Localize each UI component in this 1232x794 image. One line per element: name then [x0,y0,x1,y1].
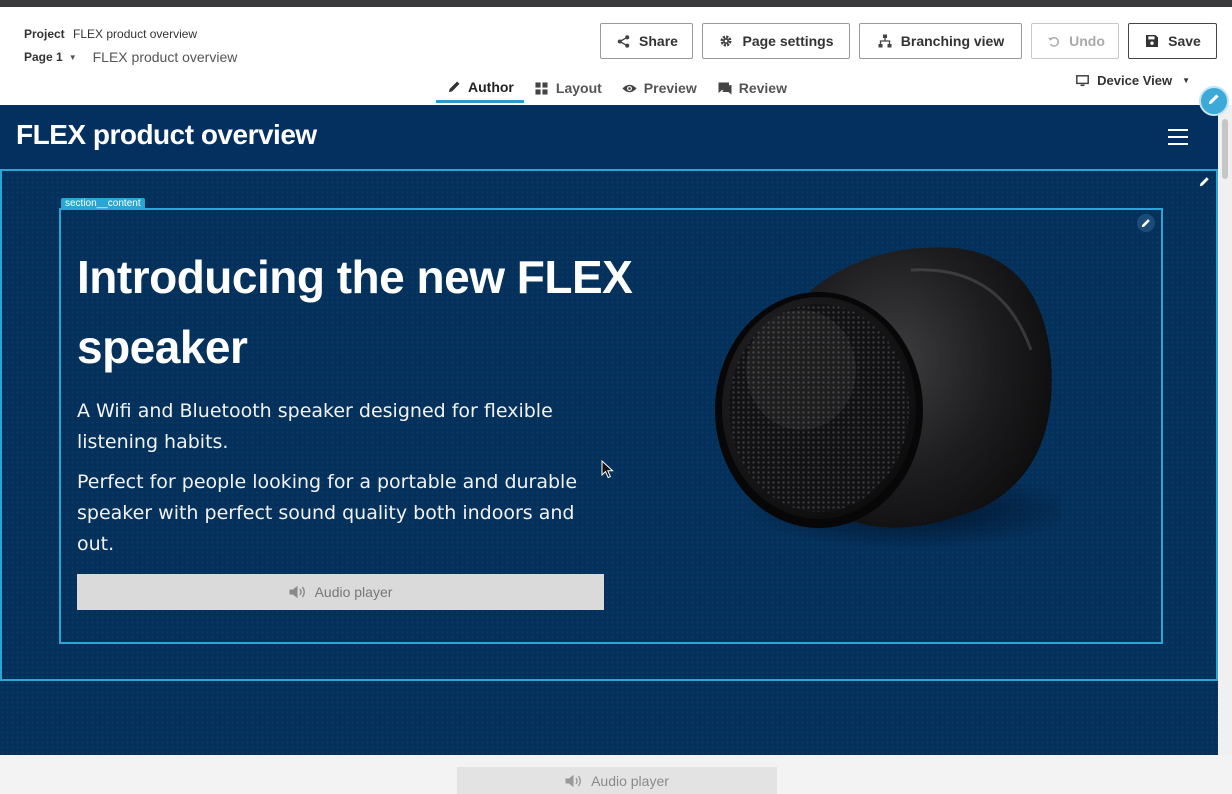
floppy-disk-icon [1144,33,1160,49]
undo-button-label: Undo [1069,33,1105,49]
hero-paragraph-2[interactable]: Perfect for people looking for a portabl… [77,467,597,560]
section-tag: section__content [61,198,145,210]
branching-view-label: Branching view [900,33,1005,49]
save-button[interactable]: Save [1128,23,1217,59]
window-top-strip [0,0,1232,7]
tab-author[interactable]: Author [436,73,524,103]
tab-layout[interactable]: Layout [524,73,612,103]
page-line: Page 1 ▼ FLEX product overview [24,49,237,65]
share-icon [615,33,631,49]
speaker-volume-icon [289,585,307,599]
speaker-product-image[interactable] [701,240,1061,560]
audio-player-label: Audio player [314,584,393,600]
section-content[interactable]: section__content Introducing the new FLE… [59,198,1163,644]
grid-icon [534,80,550,96]
page-selector[interactable]: Page 1 ▼ [24,50,77,64]
project-label: Project [24,27,65,41]
scrollbar-thumb[interactable] [1222,119,1228,179]
hero-heading[interactable]: Introducing the new FLEX speaker [77,242,637,382]
share-button-label: Share [639,33,678,49]
tab-review[interactable]: Review [707,73,797,103]
hamburger-menu-icon[interactable] [1168,129,1188,145]
hero-paragraph-1[interactable]: A Wifi and Bluetooth speaker designed fo… [77,396,597,458]
tab-author-label: Author [468,78,514,95]
site-header[interactable]: FLEX product overview [0,105,1218,169]
tab-preview[interactable]: Preview [612,73,707,103]
pencil-icon [446,79,462,95]
editor-mode-tabs: Author Layout Preview Review [436,73,797,105]
caret-down-icon: ▼ [68,52,77,62]
site-title: FLEX product overview [16,119,317,150]
footer-audio-player[interactable]: Audio player [457,767,777,794]
project-line: Project FLEX product overview [24,27,197,41]
page-settings-label: Page settings [742,33,834,49]
page-name: FLEX product overview [92,49,238,65]
comment-icon [717,80,733,96]
branching-view-button[interactable]: Branching view [859,23,1022,59]
page-canvas: FLEX product overview section__content I… [0,105,1218,755]
tab-preview-label: Preview [643,80,697,96]
tab-review-label: Review [738,80,787,96]
pencil-icon [1208,92,1220,110]
project-name: FLEX product overview [73,27,198,41]
tab-layout-label: Layout [555,80,602,96]
eye-icon [622,80,638,96]
share-button[interactable]: Share [600,23,693,59]
mouse-cursor-icon [601,459,614,484]
save-button-label: Save [1168,33,1201,49]
floating-edit-button[interactable] [1199,86,1229,116]
undo-icon [1045,33,1061,49]
gear-icon [718,33,734,49]
monitor-icon [1076,74,1090,87]
speaker-volume-icon [565,774,583,788]
editor-header: Project FLEX product overview Page 1 ▼ F… [0,7,1232,105]
undo-button[interactable]: Undo [1031,23,1119,59]
device-view-dropdown[interactable]: Device View ▼ [1076,73,1190,88]
footer-strip: Audio player [0,755,1232,794]
page-settings-button[interactable]: Page settings [702,23,850,59]
audio-player[interactable]: Audio player [77,574,604,610]
sitemap-icon [877,33,893,49]
page-selector-label: Page 1 [24,50,63,64]
pencil-icon[interactable] [1196,173,1212,189]
device-view-label: Device View [1097,73,1173,88]
footer-audio-label: Audio player [591,772,669,789]
vertical-scrollbar[interactable] [1218,105,1232,755]
section-container[interactable]: section__content Introducing the new FLE… [0,169,1218,681]
pencil-icon[interactable] [1137,214,1155,232]
caret-down-icon: ▼ [1182,76,1190,85]
